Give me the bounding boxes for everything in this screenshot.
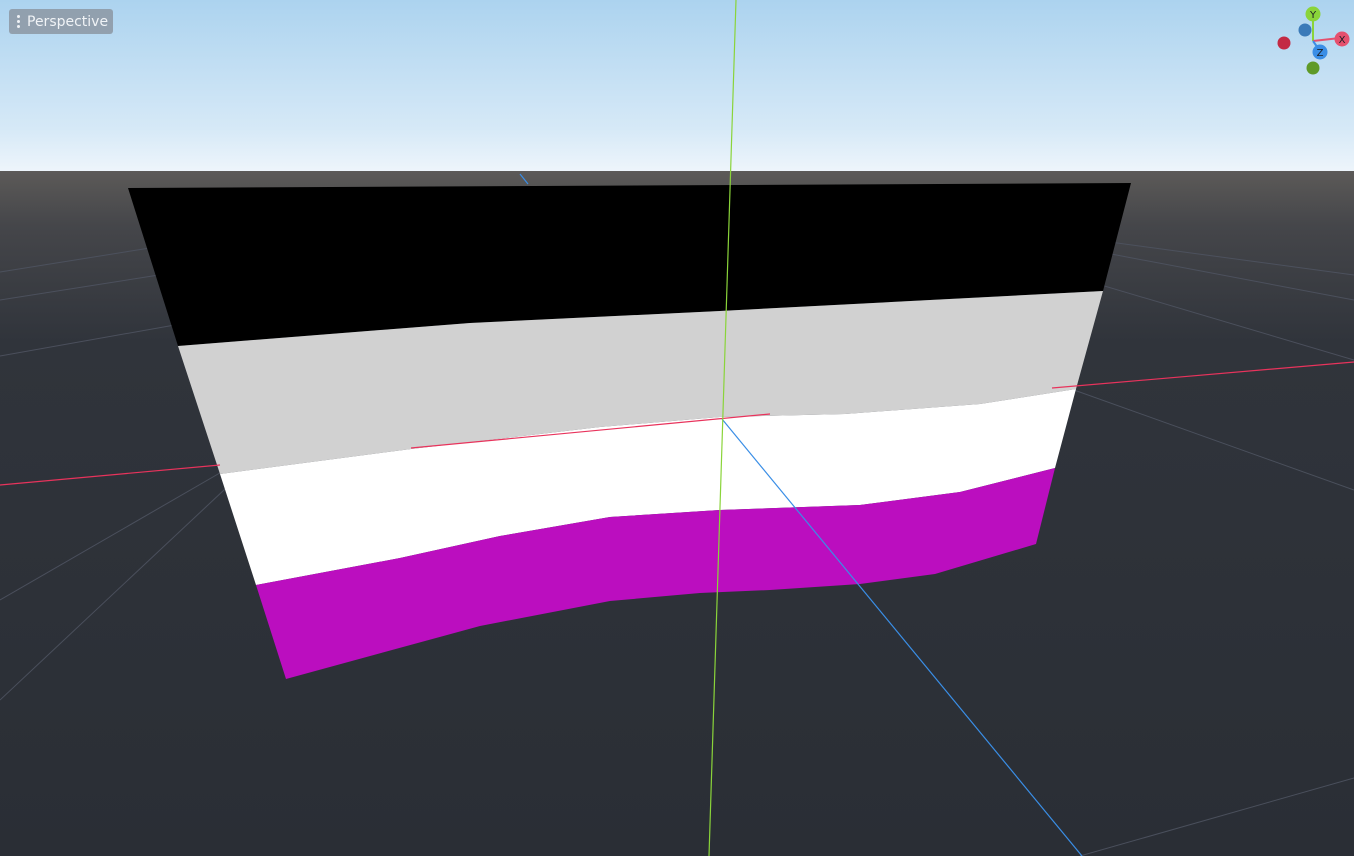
view-mode-label: Perspective — [27, 13, 109, 30]
gizmo-neg-y-handle[interactable] — [1306, 61, 1320, 75]
kebab-menu-icon — [17, 15, 20, 28]
gizmo-y-label: Y — [1309, 10, 1317, 21]
3d-viewport[interactable]: Y X Z — [0, 0, 1354, 856]
gizmo-x-label: X — [1339, 35, 1346, 46]
view-menu-button[interactable]: Perspective — [9, 9, 113, 34]
sky — [0, 0, 1354, 172]
gizmo-neg-z-handle[interactable] — [1298, 23, 1312, 37]
gizmo-z-label: Z — [1317, 48, 1324, 59]
gizmo-neg-x-handle[interactable] — [1277, 36, 1291, 50]
